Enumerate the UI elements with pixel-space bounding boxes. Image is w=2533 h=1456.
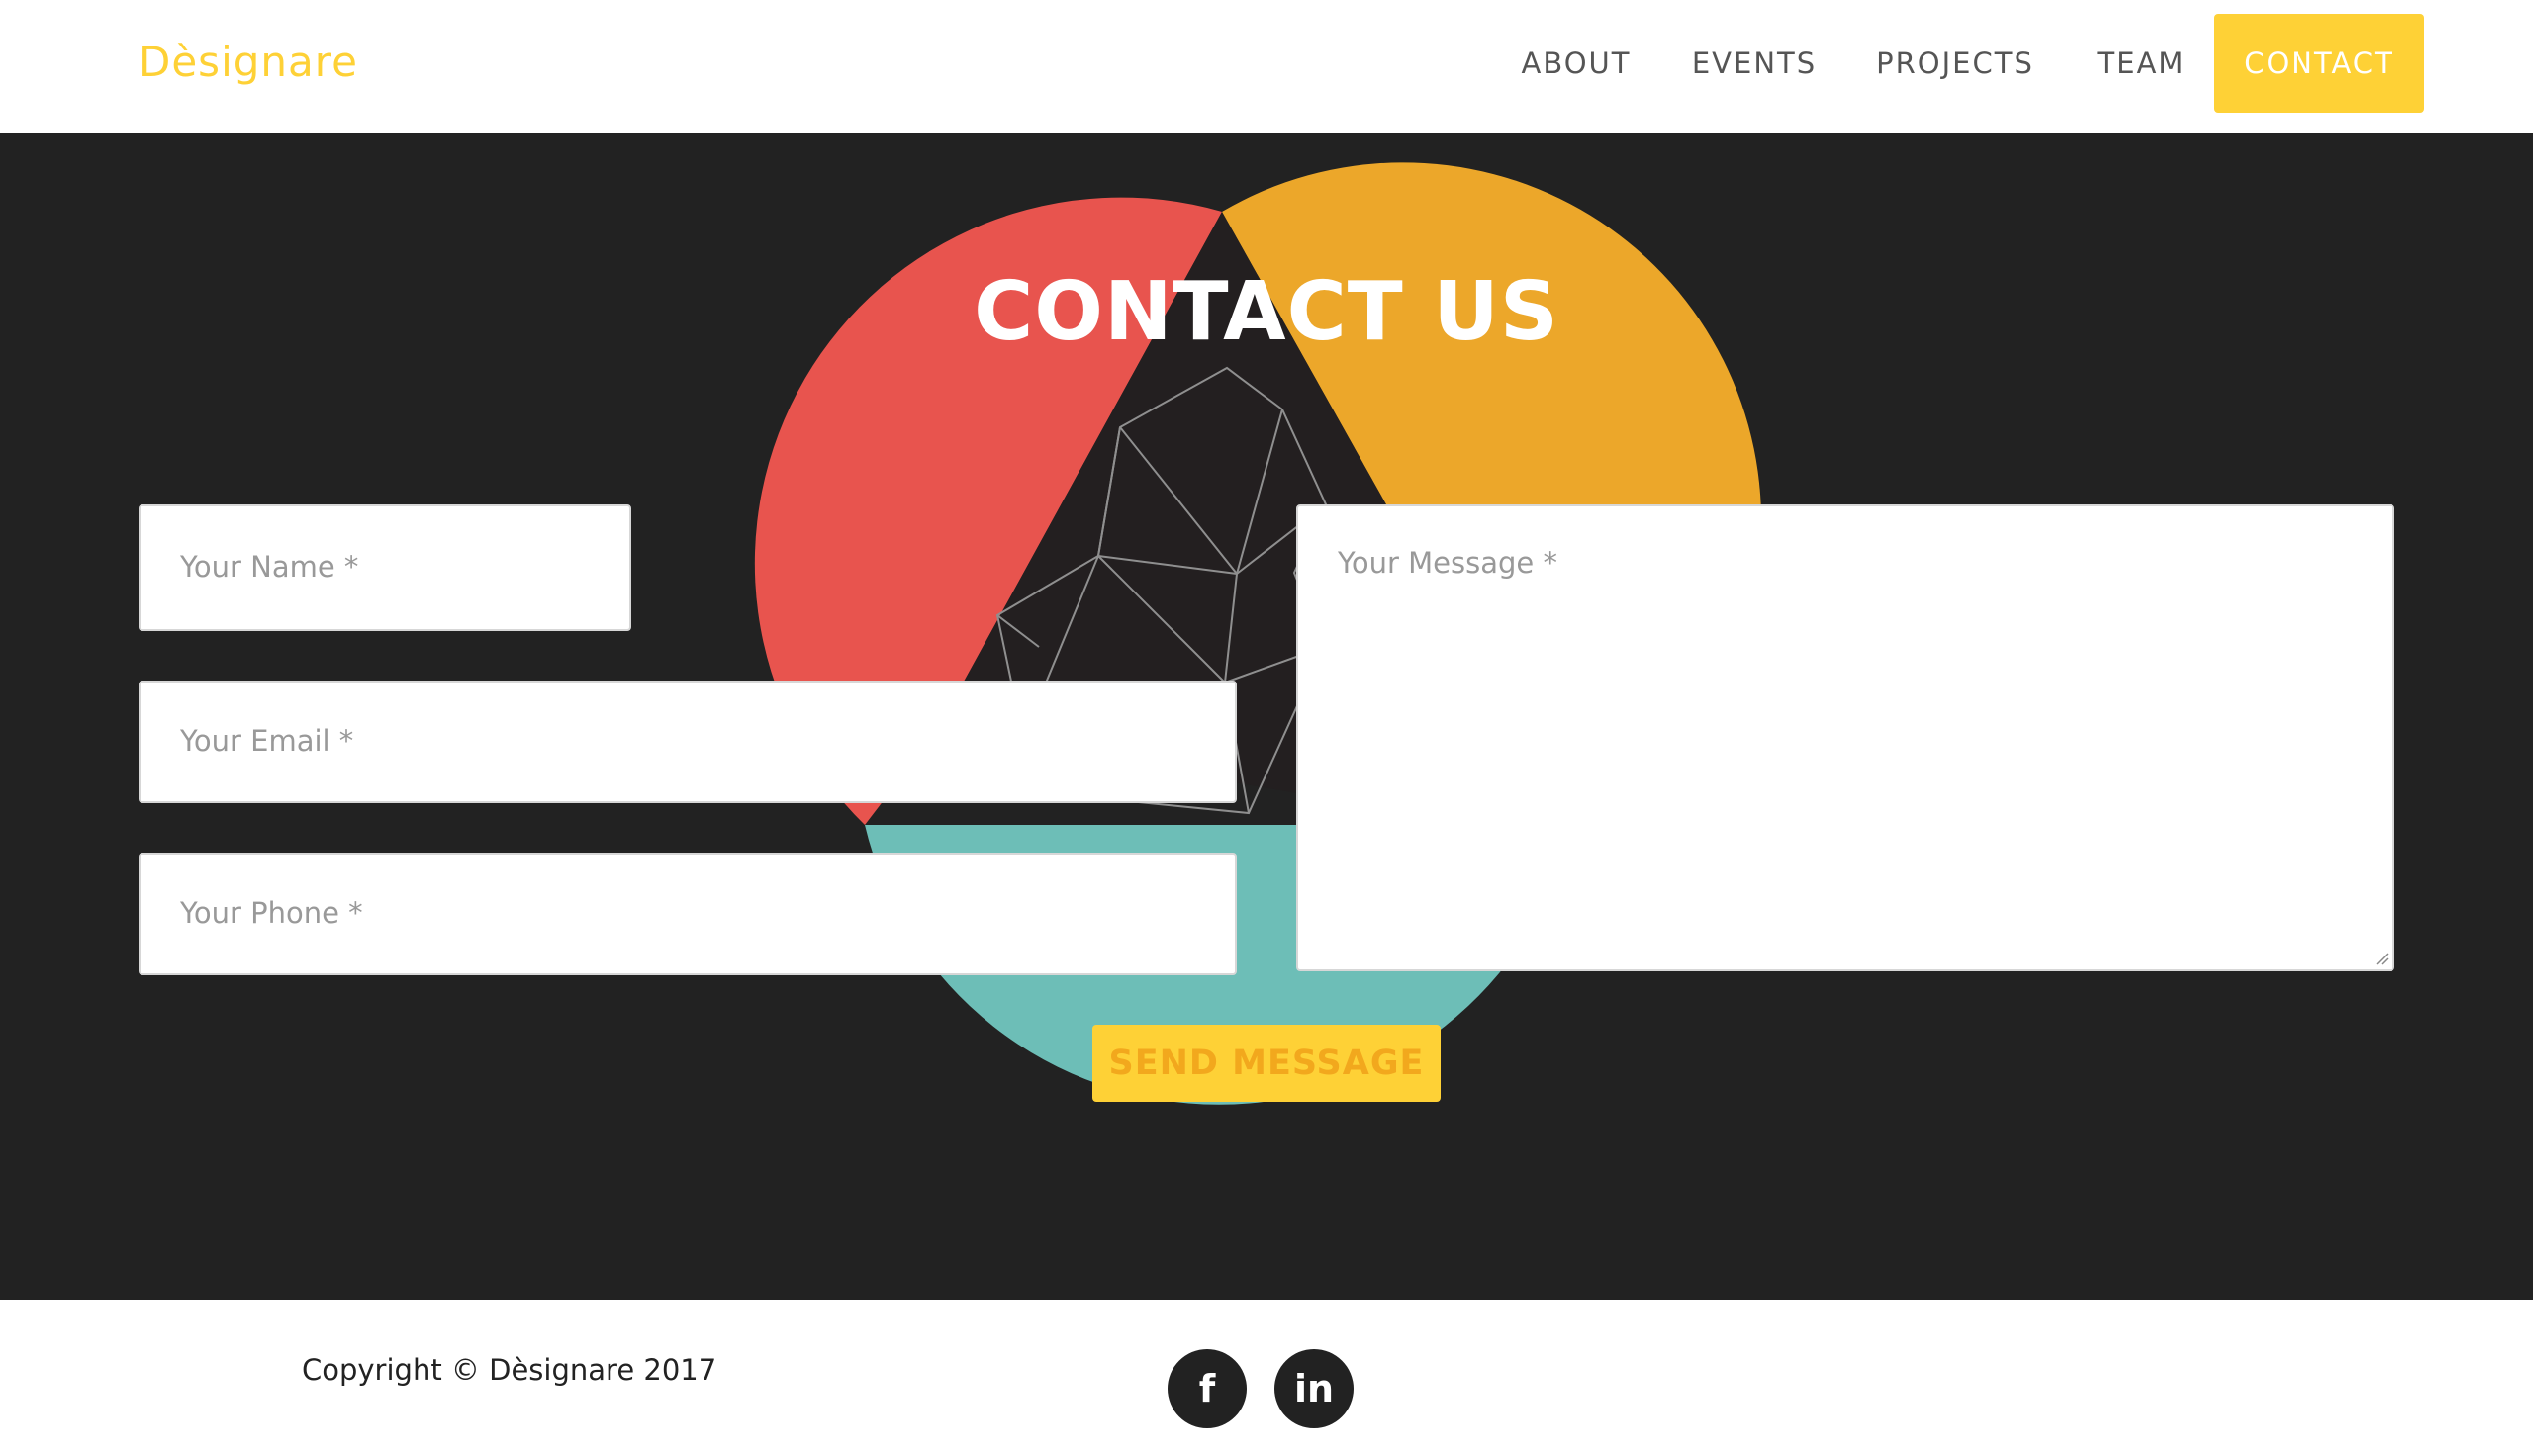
send-message-button[interactable]: SEND MESSAGE bbox=[1092, 1025, 1441, 1102]
linkedin-icon: in bbox=[1293, 1367, 1335, 1410]
name-placeholder: Your Name * bbox=[180, 550, 359, 584]
section-title: CONTACT US bbox=[974, 265, 1559, 359]
facebook-button[interactable]: f bbox=[1168, 1349, 1247, 1428]
email-field[interactable]: Your Email * bbox=[139, 681, 1237, 803]
facebook-icon: f bbox=[1198, 1367, 1216, 1410]
nav-link-contact[interactable]: CONTACT bbox=[2214, 14, 2424, 113]
message-textarea[interactable]: Your Message * bbox=[1296, 504, 2394, 971]
nav-link-events[interactable]: EVENTS bbox=[1680, 14, 1829, 113]
brand-logo[interactable]: Dèsignare bbox=[139, 34, 358, 91]
resize-handle-icon[interactable] bbox=[2375, 952, 2389, 965]
phone-placeholder: Your Phone * bbox=[180, 896, 363, 930]
email-placeholder: Your Email * bbox=[180, 724, 354, 758]
nav-link-about[interactable]: ABOUT bbox=[1502, 14, 1650, 113]
nav-link-team[interactable]: TEAM bbox=[2082, 14, 2201, 113]
phone-field[interactable]: Your Phone * bbox=[139, 853, 1237, 975]
name-field[interactable]: Your Name * bbox=[139, 504, 631, 631]
linkedin-button[interactable]: in bbox=[1274, 1349, 1354, 1428]
copyright-text: Copyright © Dèsignare 2017 bbox=[302, 1353, 717, 1387]
footer: Copyright © Dèsignare 2017 f in bbox=[0, 1300, 2533, 1456]
contact-section: CONTACT US Your Name * Your Email * Your… bbox=[0, 133, 2533, 1300]
nav-link-projects[interactable]: PROJECTS bbox=[1858, 14, 2052, 113]
message-placeholder: Your Message * bbox=[1338, 546, 1557, 580]
navbar: Dèsignare ABOUT EVENTS PROJECTS TEAM CON… bbox=[0, 0, 2533, 133]
